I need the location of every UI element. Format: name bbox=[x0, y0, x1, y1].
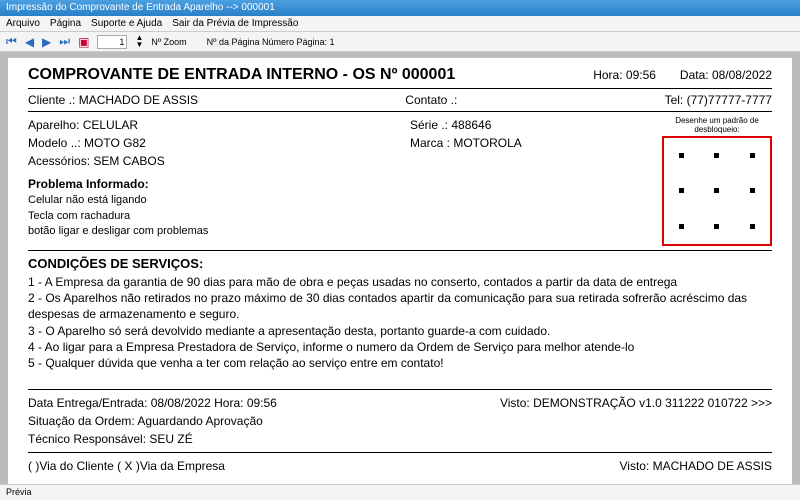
acess-value: SEM CABOS bbox=[93, 154, 164, 168]
zoom-spinner-icon[interactable]: ▲▼ bbox=[135, 35, 143, 48]
cliente-label: Cliente .: bbox=[28, 93, 75, 107]
aparelho-label: Aparelho: bbox=[28, 118, 83, 132]
prev-page-icon[interactable]: ◀ bbox=[25, 35, 34, 49]
menubar: Arquivo Página Suporte e Ajuda Sair da P… bbox=[0, 16, 800, 32]
aparelho-value: CELULAR bbox=[83, 118, 138, 132]
contato-label: Contato .: bbox=[405, 93, 457, 107]
tel-label: Tel: bbox=[665, 93, 687, 107]
window-titlebar: Impressão do Comprovante de Entrada Apar… bbox=[0, 0, 800, 16]
menu-suporte[interactable]: Suporte e Ajuda bbox=[91, 18, 162, 29]
divider bbox=[28, 452, 772, 453]
marca-value: MOTOROLA bbox=[453, 136, 521, 150]
zoom-input[interactable] bbox=[97, 35, 127, 49]
doc-title: COMPROVANTE DE ENTRADA INTERNO - OS Nº 0… bbox=[28, 66, 455, 84]
menu-sair[interactable]: Sair da Prévia de Impressão bbox=[172, 18, 298, 29]
divider bbox=[28, 389, 772, 390]
data-value: 08/08/2022 bbox=[712, 68, 772, 82]
workspace: COMPROVANTE DE ENTRADA INTERNO - OS Nº 0… bbox=[0, 52, 800, 484]
divider bbox=[28, 88, 772, 89]
visto1-text: Visto: DEMONSTRAÇÃO v1.0 311222 010722 >… bbox=[500, 394, 772, 412]
problema-title: Problema Informado: bbox=[28, 177, 149, 191]
last-page-icon[interactable]: ⏭ bbox=[59, 34, 70, 49]
modelo-label: Modelo ..: bbox=[28, 136, 84, 150]
toolbar: ⏮ ◀ ▶ ⏭ ▣ ▲▼ Nº Zoom Nº da Página Número… bbox=[0, 32, 800, 52]
acess-label: Acessórios: bbox=[28, 154, 93, 168]
hora-value: 09:56 bbox=[626, 68, 656, 82]
tel-value: (77)77777-7777 bbox=[687, 93, 772, 107]
via-text: ( )Via do Cliente ( X )Via da Empresa bbox=[28, 457, 225, 475]
modelo-value: MOTO G82 bbox=[84, 136, 146, 150]
menu-pagina[interactable]: Página bbox=[50, 18, 81, 29]
statusbar: Prévia bbox=[0, 484, 800, 500]
next-page-icon[interactable]: ▶ bbox=[42, 35, 51, 49]
divider bbox=[28, 111, 772, 112]
cond-title: CONDIÇÕES DE SERVIÇOS: bbox=[28, 255, 772, 273]
cond-line: 3 - O Aparelho só será devolvido mediant… bbox=[28, 323, 772, 339]
data-label: Data: bbox=[680, 68, 712, 82]
zoom-label: Nº Zoom bbox=[151, 37, 186, 47]
serie-value: 488646 bbox=[451, 118, 491, 132]
tool-icon[interactable]: ▣ bbox=[78, 35, 89, 49]
cond-line: 4 - Ao ligar para a Empresa Prestadora d… bbox=[28, 339, 772, 355]
first-page-icon[interactable]: ⏮ bbox=[6, 34, 17, 49]
cond-line: 5 - Qualquer dúvida que venha a ter com … bbox=[28, 355, 772, 371]
pattern-label: Desenhe um padrão de desbloqueio: bbox=[662, 116, 772, 134]
visto2-text: Visto: MACHADO DE ASSIS bbox=[620, 457, 773, 475]
situacao-text: Situação da Ordem: Aguardando Aprovação bbox=[28, 412, 772, 430]
print-page: COMPROVANTE DE ENTRADA INTERNO - OS Nº 0… bbox=[8, 58, 792, 484]
unlock-pattern-box bbox=[662, 136, 772, 246]
cond-line: 1 - A Empresa da garantia de 90 dias par… bbox=[28, 274, 772, 290]
tecnico-text: Técnico Responsável: SEU ZÉ bbox=[28, 430, 772, 448]
menu-arquivo[interactable]: Arquivo bbox=[6, 18, 40, 29]
hora-label: Hora: bbox=[593, 68, 626, 82]
cliente-value: MACHADO DE ASSIS bbox=[75, 93, 198, 107]
page-label: Nº da Página Número Página: 1 bbox=[207, 37, 335, 47]
problema-text: Celular não está ligando Tecla com racha… bbox=[28, 194, 208, 237]
divider bbox=[28, 250, 772, 251]
marca-label: Marca : bbox=[410, 136, 453, 150]
serie-label: Série .: bbox=[410, 118, 451, 132]
cond-line: 2 - Os Aparelhos não retirados no prazo … bbox=[28, 290, 772, 322]
entrega-text: Data Entrega/Entrada: 08/08/2022 Hora: 0… bbox=[28, 394, 277, 412]
